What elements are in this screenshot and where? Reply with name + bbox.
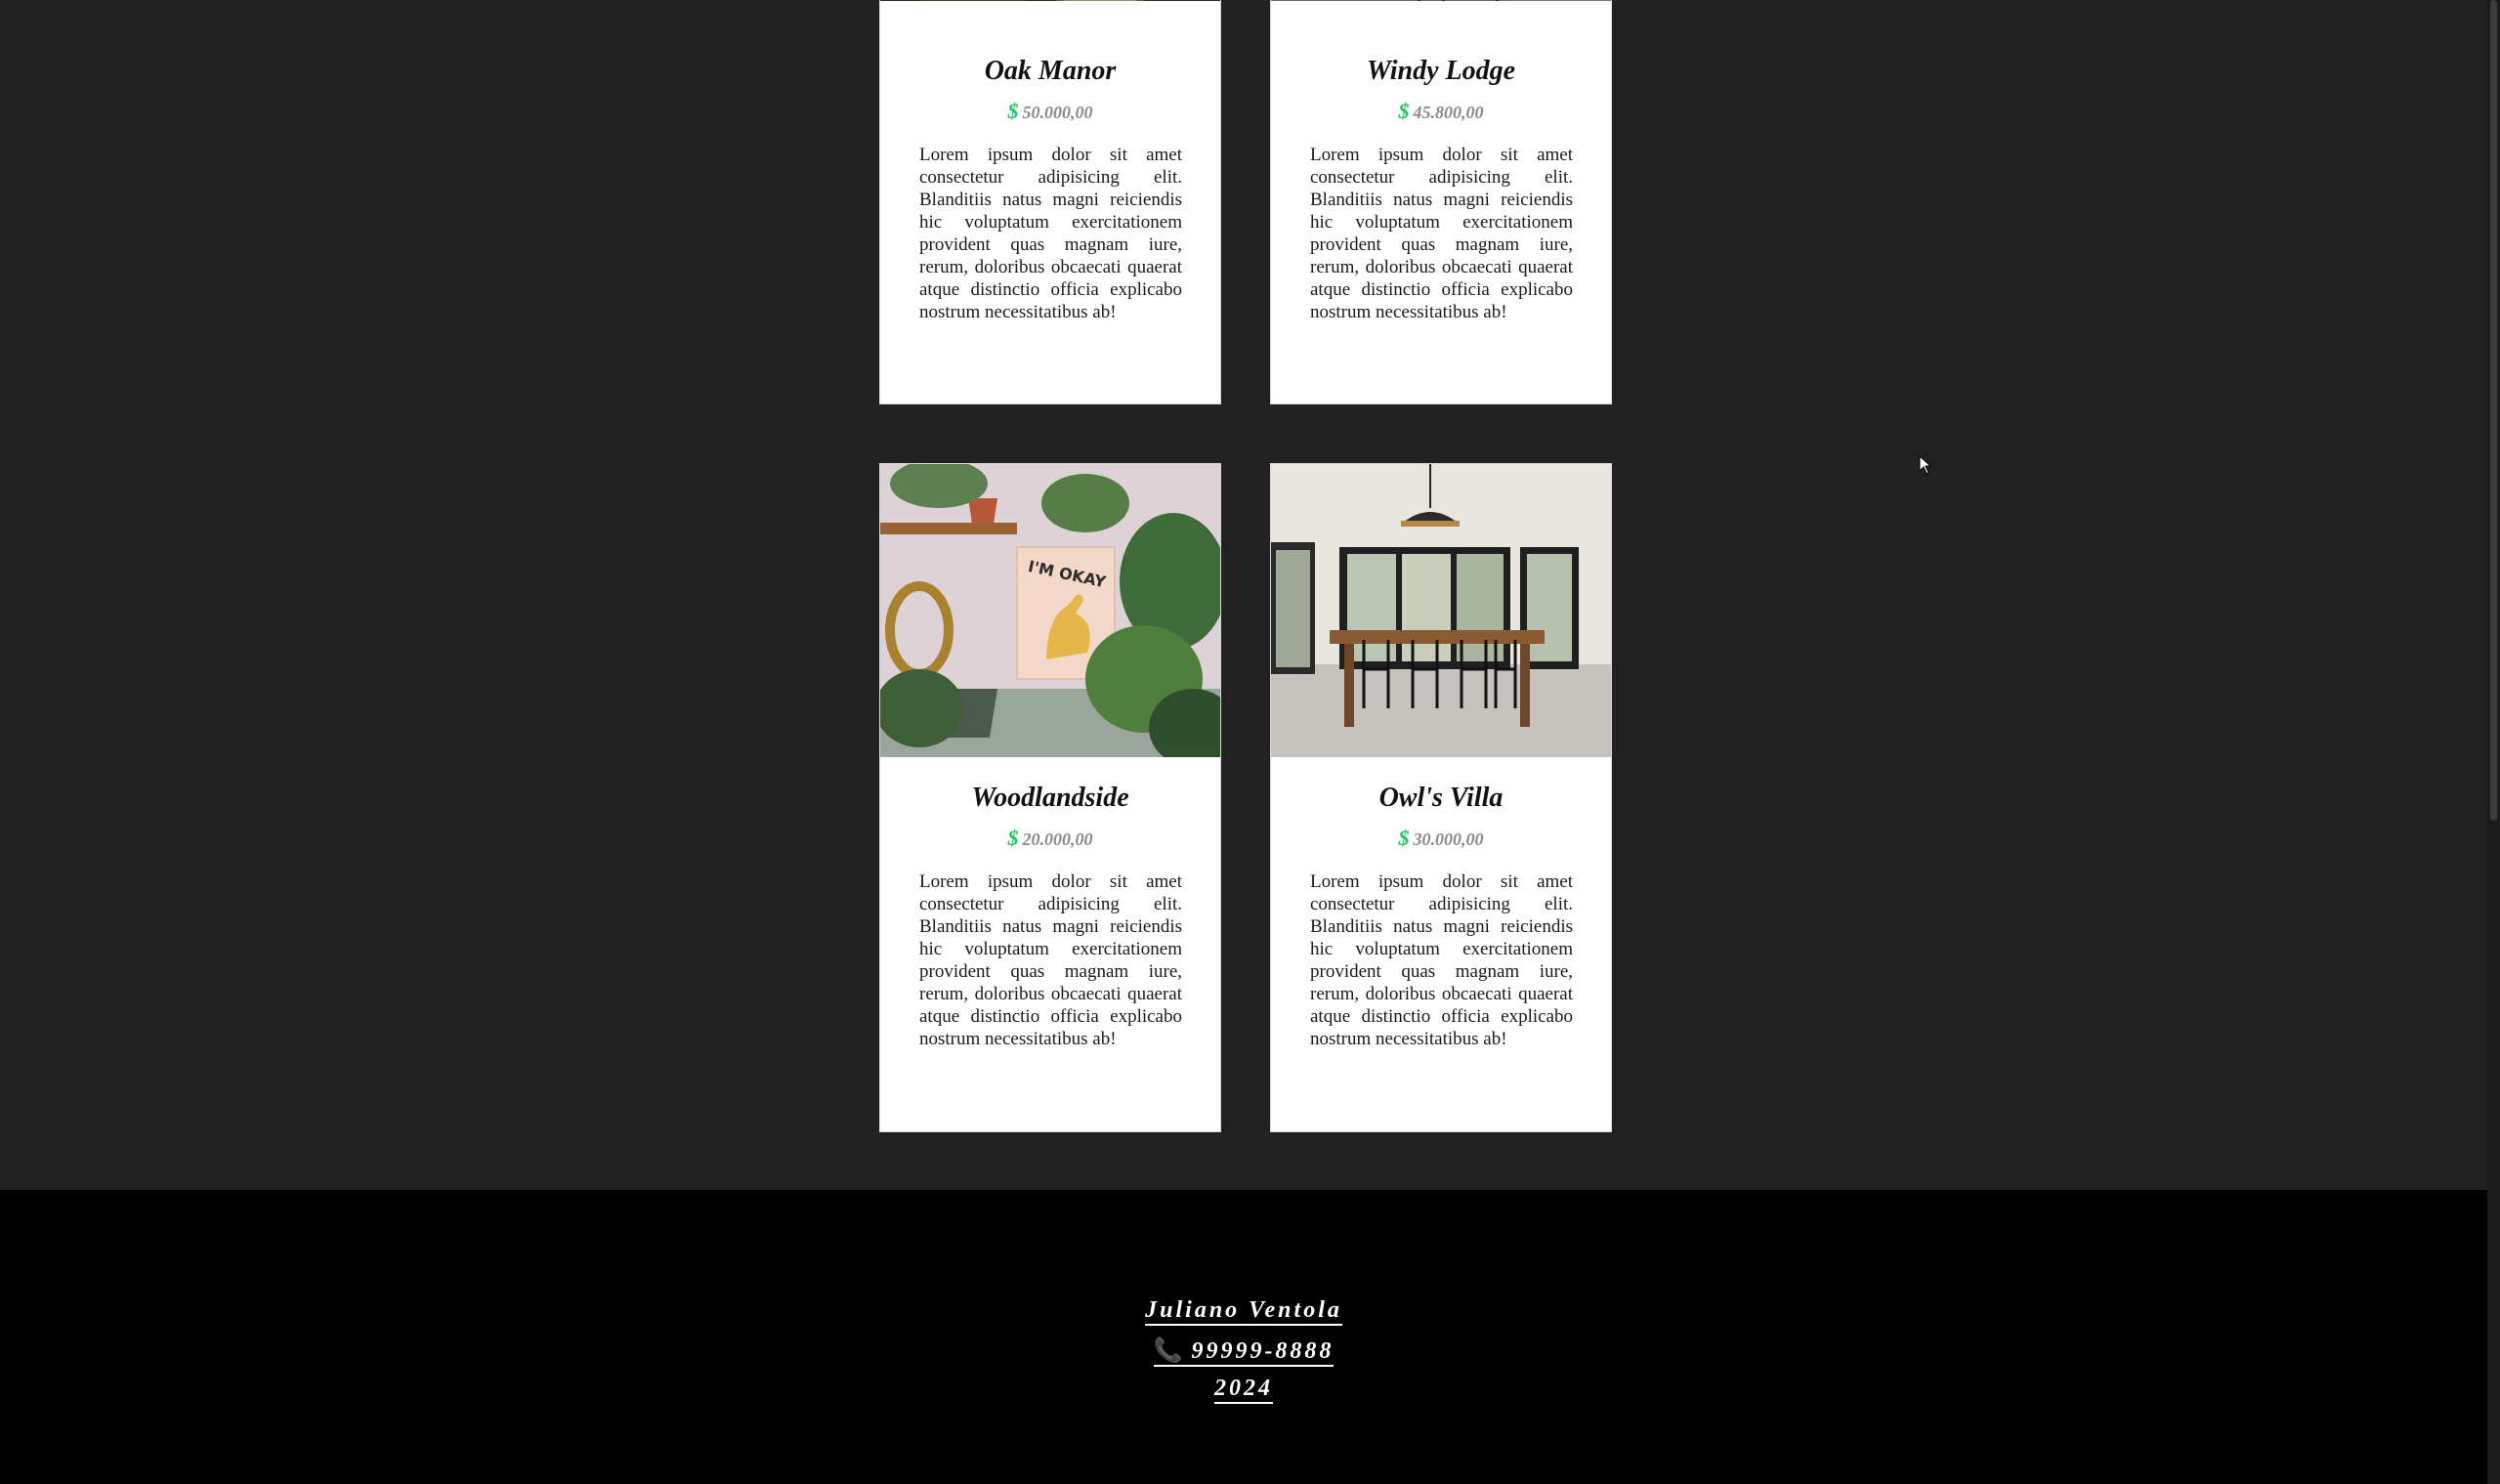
listing-photo	[1271, 464, 1611, 757]
dollar-icon: $	[1398, 826, 1410, 850]
price-value: 50.000,00	[1022, 103, 1093, 122]
footer-phone[interactable]: 📞 99999-8888	[0, 1336, 2487, 1367]
price-value: 30.000,00	[1413, 829, 1484, 849]
listing-photo: I'M OKAY	[880, 464, 1220, 757]
phone-number: 99999-8888	[1191, 1338, 1335, 1364]
vertical-scrollbar[interactable]	[2487, 0, 2500, 1484]
page: Oak Manor $50.000,00 Lorem ipsum dolor s…	[0, 0, 2500, 1484]
listing-photo	[1271, 0, 1611, 1]
price-value: 45.800,00	[1413, 103, 1484, 122]
dollar-icon: $	[1007, 99, 1019, 123]
year-text: 2024	[1214, 1376, 1273, 1404]
listing-card-windy-lodge[interactable]: Windy Lodge $45.800,00 Lorem ipsum dolor…	[1270, 0, 1612, 404]
dollar-icon: $	[1007, 826, 1019, 850]
footer-year: 2024	[0, 1376, 2487, 1404]
scrollbar-thumb[interactable]	[2490, 0, 2497, 821]
dollar-icon: $	[1398, 99, 1410, 123]
listing-price: $50.000,00	[880, 99, 1220, 124]
listing-title: Oak Manor	[984, 56, 1117, 86]
listing-description: Lorem ipsum dolor sit amet consectetur a…	[919, 145, 1182, 322]
listing-description: Lorem ipsum dolor sit amet consectetur a…	[1310, 871, 1573, 1049]
listing-price: $45.800,00	[1271, 99, 1611, 124]
listing-title: Windy Lodge	[1366, 56, 1516, 86]
footer: Juliano Ventola 📞 99999-8888 2024	[0, 1190, 2487, 1484]
listing-card-woodlandside[interactable]: I'M OKAY Woodlandside $20.000,00 Lorem i…	[879, 463, 1221, 1132]
phone-link[interactable]: 📞 99999-8888	[1153, 1338, 1335, 1367]
price-value: 20.000,00	[1022, 829, 1093, 849]
listing-title: Woodlandside	[971, 783, 1129, 813]
footer-author: Juliano Ventola	[0, 1297, 2487, 1326]
listing-card-owls-villa[interactable]: Owl's Villa $30.000,00 Lorem ipsum dolor…	[1270, 463, 1612, 1132]
listing-price: $30.000,00	[1271, 826, 1611, 851]
phone-icon: 📞	[1153, 1338, 1186, 1364]
listing-title: Owl's Villa	[1378, 783, 1504, 813]
listing-description: Lorem ipsum dolor sit amet consectetur a…	[1310, 145, 1573, 322]
author-name: Juliano Ventola	[1145, 1297, 1342, 1326]
mouse-cursor-icon	[1919, 454, 1932, 480]
listings-section: Oak Manor $50.000,00 Lorem ipsum dolor s…	[0, 0, 2487, 1190]
listing-price: $20.000,00	[880, 826, 1220, 851]
listing-card-oak-manor[interactable]: Oak Manor $50.000,00 Lorem ipsum dolor s…	[879, 0, 1221, 404]
listing-description: Lorem ipsum dolor sit amet consectetur a…	[919, 871, 1182, 1049]
listing-photo	[880, 0, 1220, 1]
